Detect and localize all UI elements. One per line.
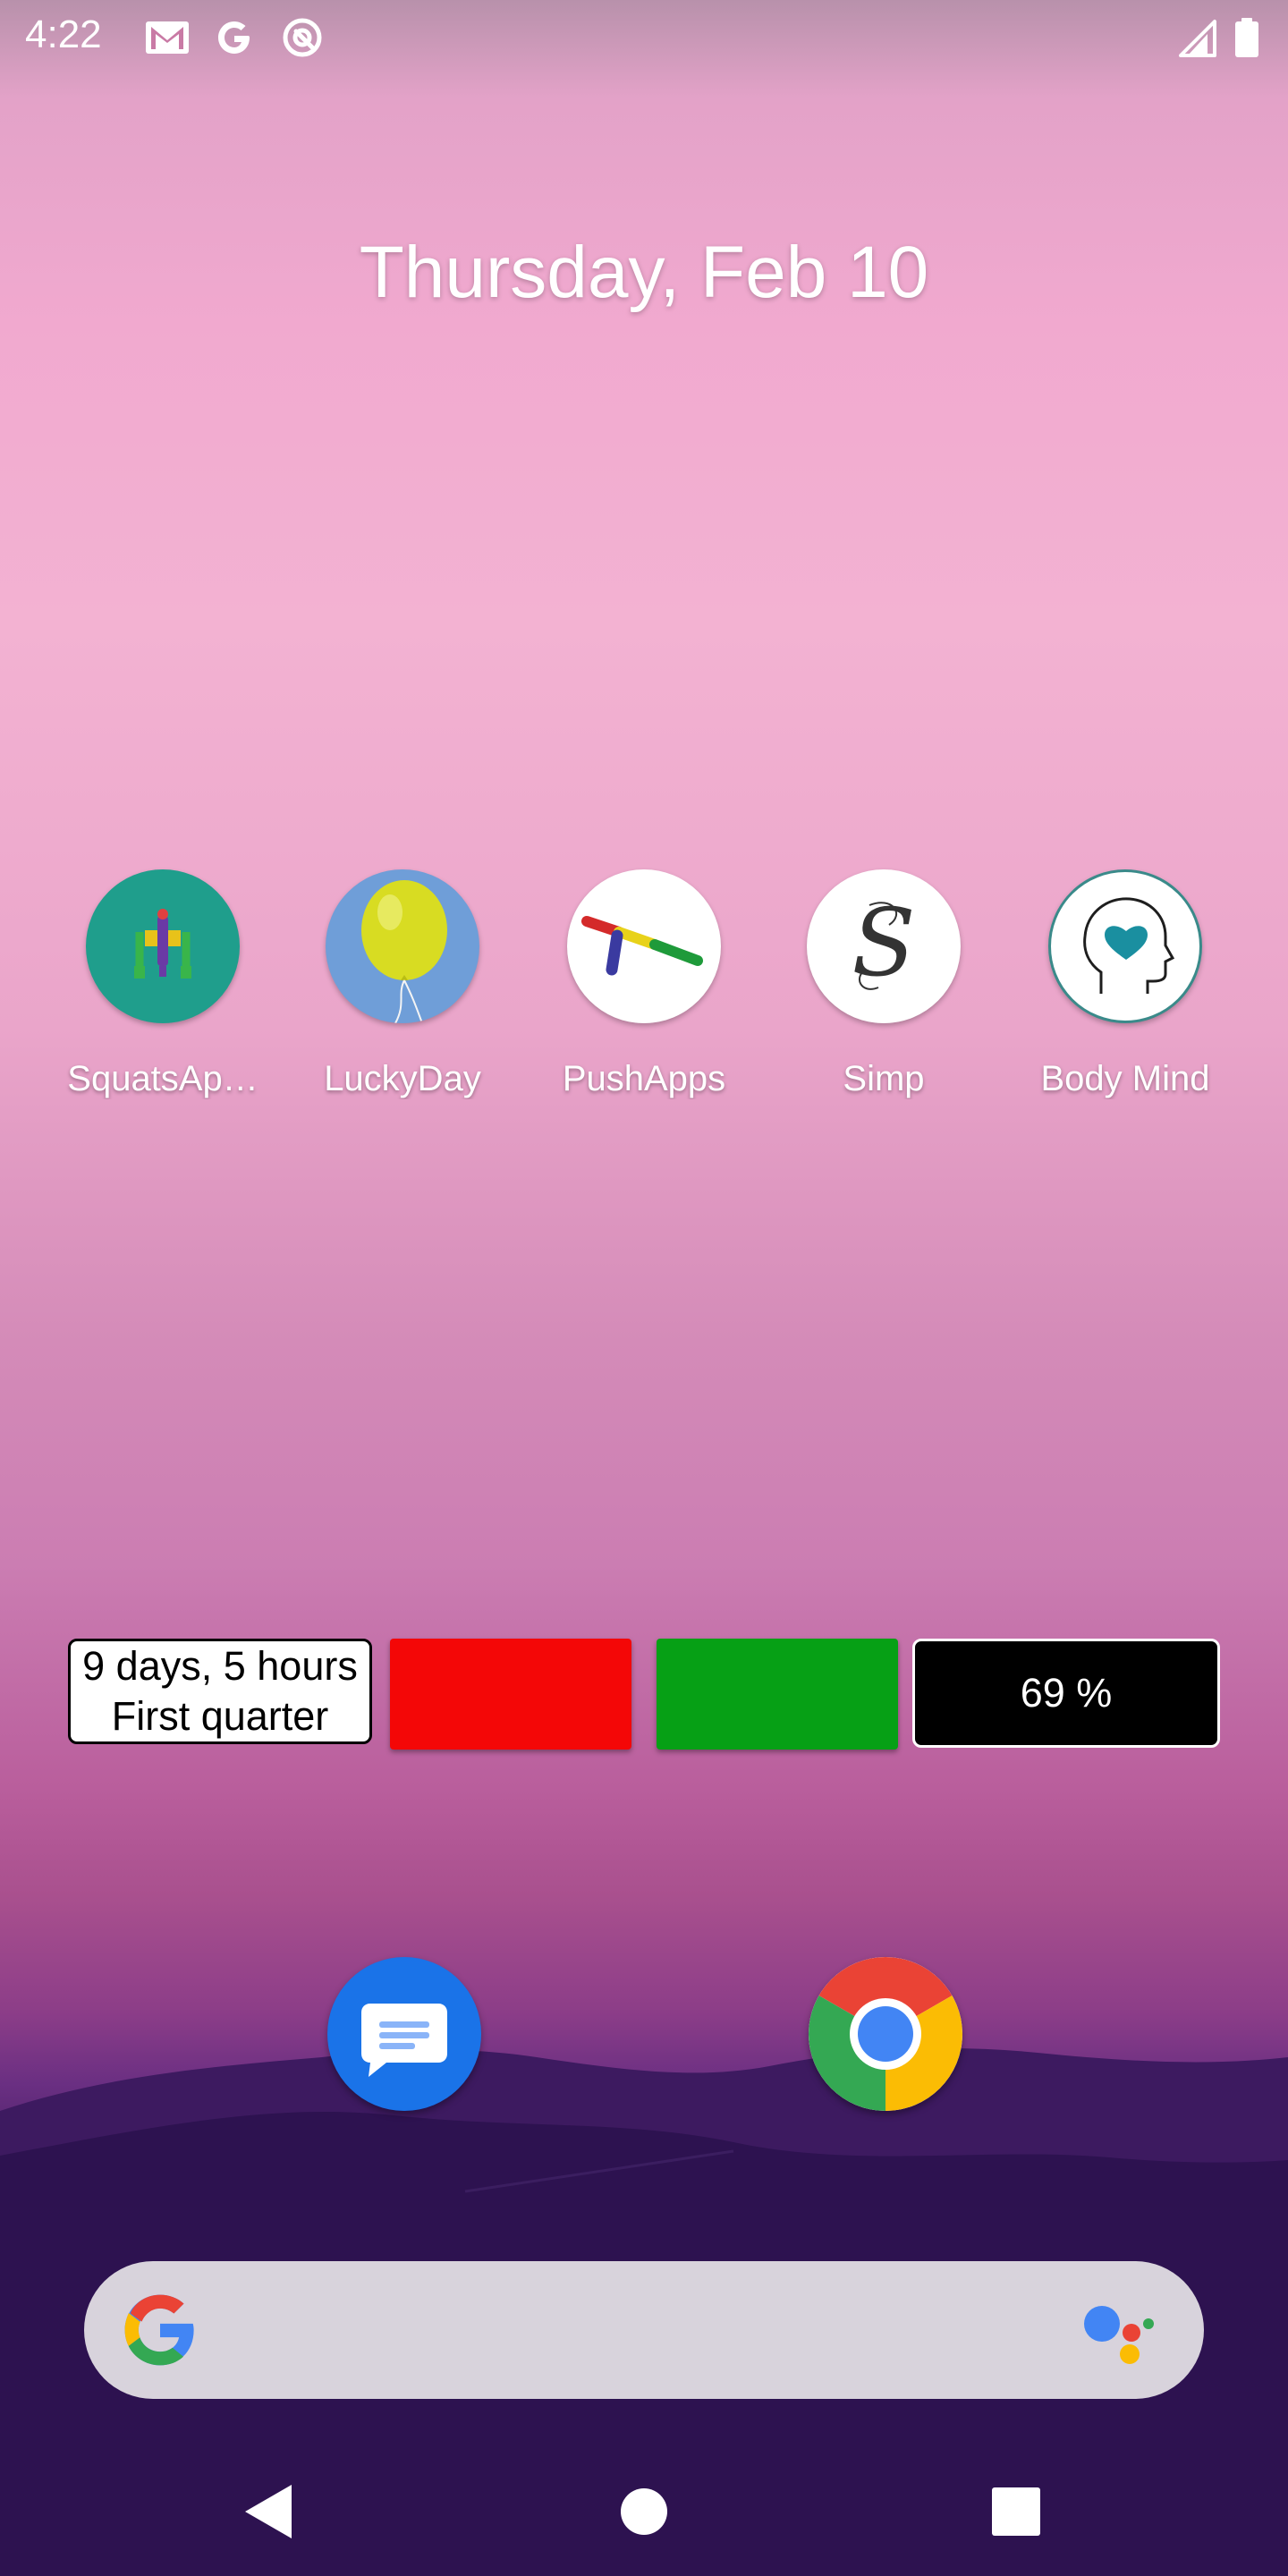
app-label: Body Mind (1040, 1059, 1210, 1098)
rec-icon (283, 18, 322, 57)
google-icon (218, 21, 250, 54)
recents-icon[interactable] (973, 2469, 1059, 2555)
home-icon[interactable] (601, 2469, 687, 2555)
app-pushapps[interactable]: PushApps (537, 869, 751, 1129)
green-color-widget[interactable] (657, 1639, 898, 1750)
google-assistant-icon (1084, 2306, 1154, 2364)
battery-percent: 69 % (1020, 1670, 1113, 1716)
countdown-time: 9 days, 5 hours (82, 1643, 358, 1689)
app-simp[interactable]: S Simp (776, 869, 991, 1129)
status-bar: 4:22 (0, 0, 1288, 75)
app-label: LuckyDay (324, 1059, 481, 1098)
status-time: 4:22 (25, 13, 102, 56)
app-label: SquatsAp… (67, 1059, 258, 1098)
moon-phase: First quarter (111, 1693, 329, 1739)
google-search-bar[interactable] (84, 2261, 1204, 2399)
head-heart-icon (1048, 869, 1202, 1023)
app-label: PushApps (562, 1059, 726, 1098)
battery-widget[interactable]: 69 % (912, 1639, 1220, 1748)
red-color-widget[interactable] (390, 1639, 631, 1750)
chrome-app[interactable] (809, 1957, 962, 2111)
google-g-icon (124, 2294, 194, 2366)
signal-icon (1179, 20, 1216, 57)
messages-app[interactable] (327, 1957, 481, 2111)
battery-icon (1235, 18, 1258, 57)
app-squats[interactable]: SquatsAp… (55, 869, 270, 1129)
chrome-icon (809, 1957, 962, 2111)
date-display[interactable]: Thursday, Feb 10 (0, 231, 1288, 315)
moon-countdown-widget[interactable]: 9 days, 5 hours First quarter (68, 1639, 372, 1744)
app-luckyday[interactable]: LuckyDay (295, 869, 510, 1129)
gmail-icon (146, 21, 189, 54)
balloon-icon (326, 869, 479, 1023)
back-icon[interactable] (225, 2469, 311, 2555)
squats-app-icon (86, 869, 240, 1023)
app-label: Simp (843, 1059, 925, 1098)
app-bodymind[interactable]: Body Mind (1018, 869, 1233, 1129)
messages-icon (361, 2004, 447, 2077)
simp-s-icon: S (807, 869, 961, 1023)
svg-text:S: S (852, 888, 915, 997)
pushapps-icon (567, 869, 721, 1023)
